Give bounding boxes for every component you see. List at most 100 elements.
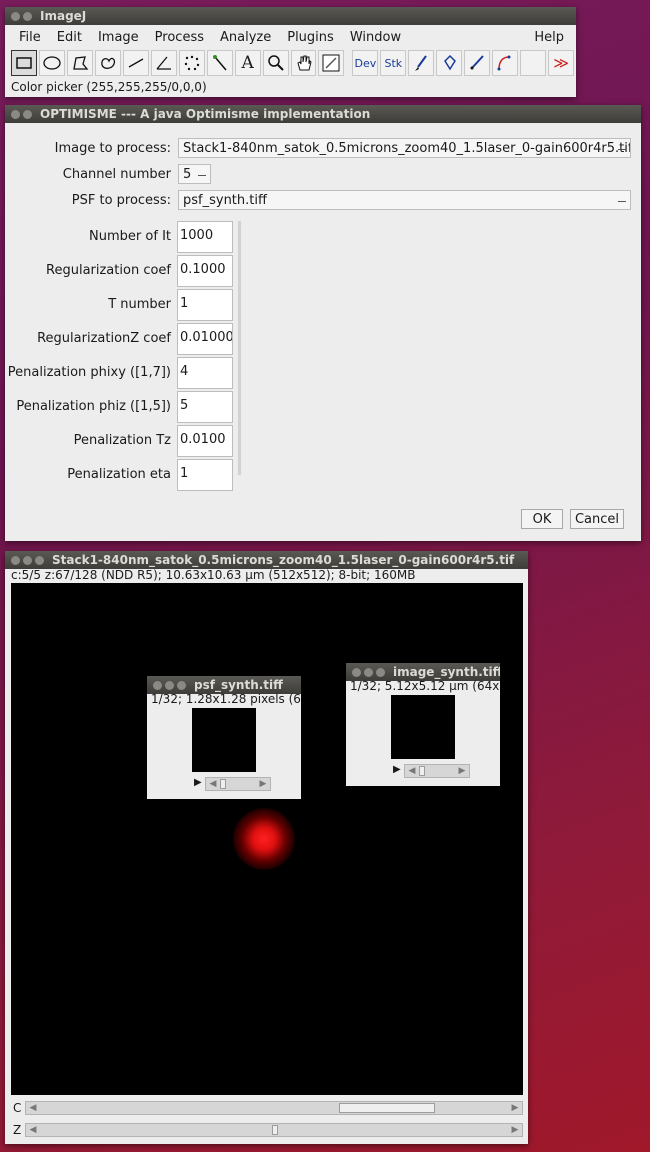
menu-window[interactable]: Window (342, 30, 409, 45)
field-label-penalization-tz: Penalization Tz (73, 433, 171, 448)
minimize-icon[interactable] (364, 667, 373, 677)
imagej-title: ImageJ (40, 9, 87, 23)
close-icon[interactable] (352, 667, 361, 677)
polygon-tool-icon[interactable] (66, 50, 93, 76)
scroll-right-icon[interactable]: ▶ (508, 1102, 522, 1114)
menu-edit[interactable]: Edit (49, 30, 90, 45)
synth-title: image_synth.tiff (393, 665, 500, 679)
menubar: File Edit Image Process Analyze Plugins … (5, 25, 576, 49)
channel-number-value: 5 (183, 166, 192, 182)
close-icon[interactable] (11, 109, 20, 119)
play-icon[interactable]: ▶ (194, 777, 202, 788)
color-picker-tool-icon[interactable] (318, 50, 345, 76)
cancel-button[interactable]: Cancel (570, 509, 624, 529)
wand-tool-icon[interactable] (206, 50, 233, 76)
menu-analyze[interactable]: Analyze (212, 30, 279, 45)
image-synth-window: image_synth.tiff 1/32; 5.12x5.12 µm (64x… (346, 663, 500, 786)
z-scrollbar[interactable]: ◀ ▶ (25, 1123, 523, 1137)
stack-info: c:5/5 z:67/128 (NDD R5); 10.63x10.63 µm … (11, 568, 416, 582)
stk-menu-icon[interactable]: Stk (380, 50, 407, 76)
psf-info: 1/32; 1.28x1.28 pixels (64x64) (151, 692, 301, 706)
psf-scroll-thumb[interactable] (220, 779, 226, 789)
close-icon[interactable] (11, 555, 20, 565)
psf-to-process-select[interactable]: psf_synth.tiff (178, 190, 631, 210)
channel-number-select[interactable]: 5 (178, 164, 211, 184)
psf-synth-window: psf_synth.tiff 1/32; 1.28x1.28 pixels (6… (147, 676, 301, 799)
status-line: Color picker (255,255,255/0,0,0) (11, 80, 207, 94)
hand-tool-icon[interactable] (290, 50, 317, 76)
flood-fill-tool-icon[interactable] (436, 50, 463, 76)
stack-titlebar[interactable]: Stack1-840nm_satok_0.5microns_zoom40_1.5… (5, 551, 528, 569)
c-scrollbar[interactable]: ◀ ▶ (25, 1101, 523, 1115)
imagej-main-window: ImageJ File Edit Image Process Analyze P… (5, 7, 576, 97)
field-regularization-coef[interactable]: 0.1000 (177, 255, 233, 287)
oval-tool-icon[interactable] (38, 50, 65, 76)
scroll-right-icon[interactable]: ▶ (455, 765, 469, 777)
line-tool-icon[interactable] (122, 50, 149, 76)
synth-info: 1/32; 5.12x5.12 µm (64x64) (350, 679, 500, 693)
dialog-titlebar[interactable]: OPTIMISME --- A java Optimisme implement… (5, 105, 641, 123)
scroll-right-icon[interactable]: ▶ (508, 1124, 522, 1136)
maximize-icon[interactable] (177, 680, 186, 690)
maximize-icon[interactable] (35, 555, 44, 565)
minimize-icon[interactable] (165, 680, 174, 690)
scroll-left-icon[interactable]: ◀ (405, 765, 419, 777)
field-penalization-tz[interactable]: 0.0100 (177, 425, 233, 457)
channel-number-label: Channel number (62, 167, 171, 182)
magnifier-tool-icon[interactable] (262, 50, 289, 76)
point-tool-icon[interactable] (178, 50, 205, 76)
blank-tool[interactable] (520, 50, 547, 76)
scroll-left-icon[interactable]: ◀ (206, 778, 220, 790)
pencil-tool-icon[interactable] (464, 50, 491, 76)
close-icon[interactable] (11, 11, 20, 21)
freehand-tool-icon[interactable] (94, 50, 121, 76)
ok-button[interactable]: OK (521, 509, 563, 529)
imagej-titlebar[interactable]: ImageJ (5, 7, 576, 25)
chevron-down-icon (618, 200, 626, 202)
scroll-right-icon[interactable]: ▶ (256, 778, 270, 790)
rectangle-tool-icon[interactable] (11, 50, 37, 76)
arrow-tool-icon[interactable] (492, 50, 519, 76)
field-label-penalization-eta: Penalization eta (67, 467, 171, 482)
menu-plugins[interactable]: Plugins (279, 30, 342, 45)
play-icon[interactable]: ▶ (393, 764, 401, 775)
c-scroll-thumb[interactable] (339, 1103, 436, 1113)
close-icon[interactable] (153, 680, 162, 690)
stack-image-canvas[interactable] (11, 583, 523, 1095)
dev-menu-icon[interactable]: Dev (352, 50, 379, 76)
field-t-number[interactable]: 1 (177, 289, 233, 321)
minimize-icon[interactable] (23, 555, 32, 565)
synth-canvas[interactable] (391, 695, 455, 759)
field-penalization-eta[interactable]: 1 (177, 459, 233, 491)
brush-tool-icon[interactable] (408, 50, 435, 76)
text-tool-icon[interactable]: A (234, 50, 261, 76)
maximize-icon[interactable] (376, 667, 385, 677)
scroll-left-icon[interactable]: ◀ (26, 1102, 40, 1114)
minimize-icon[interactable] (23, 11, 32, 21)
menu-file[interactable]: File (11, 30, 49, 45)
field-penalization-phixy[interactable]: 4 (177, 357, 233, 389)
menu-image[interactable]: Image (90, 30, 147, 45)
image-to-process-value: Stack1-840nm_satok_0.5microns_zoom40_1.5… (183, 140, 631, 156)
angle-tool-icon[interactable] (150, 50, 177, 76)
field-regularizationz-coef[interactable]: 0.010000 (177, 323, 233, 355)
synth-scrollbar[interactable]: ◀ ▶ (404, 764, 470, 778)
z-slider-label: Z (13, 1123, 22, 1137)
red-spot (233, 808, 295, 870)
menu-help[interactable]: Help (526, 30, 572, 45)
psf-canvas[interactable] (192, 708, 256, 772)
menu-process[interactable]: Process (147, 30, 212, 45)
field-iterations[interactable]: 1000 (177, 221, 233, 253)
field-label-iterations: Number of It (89, 229, 171, 244)
psf-to-process-value: psf_synth.tiff (183, 192, 267, 208)
image-to-process-label: Image to process: (54, 141, 171, 156)
more-tools-icon[interactable]: ≫ (548, 50, 575, 76)
z-scroll-thumb[interactable] (272, 1125, 278, 1135)
field-label-penalization-phiz: Penalization phiz ([1,5]) (16, 399, 171, 414)
synth-scroll-thumb[interactable] (419, 766, 425, 776)
psf-scrollbar[interactable]: ◀ ▶ (205, 777, 271, 791)
image-to-process-select[interactable]: Stack1-840nm_satok_0.5microns_zoom40_1.5… (178, 138, 631, 158)
field-penalization-phiz[interactable]: 5 (177, 391, 233, 423)
scroll-left-icon[interactable]: ◀ (26, 1124, 40, 1136)
minimize-icon[interactable] (23, 109, 32, 119)
